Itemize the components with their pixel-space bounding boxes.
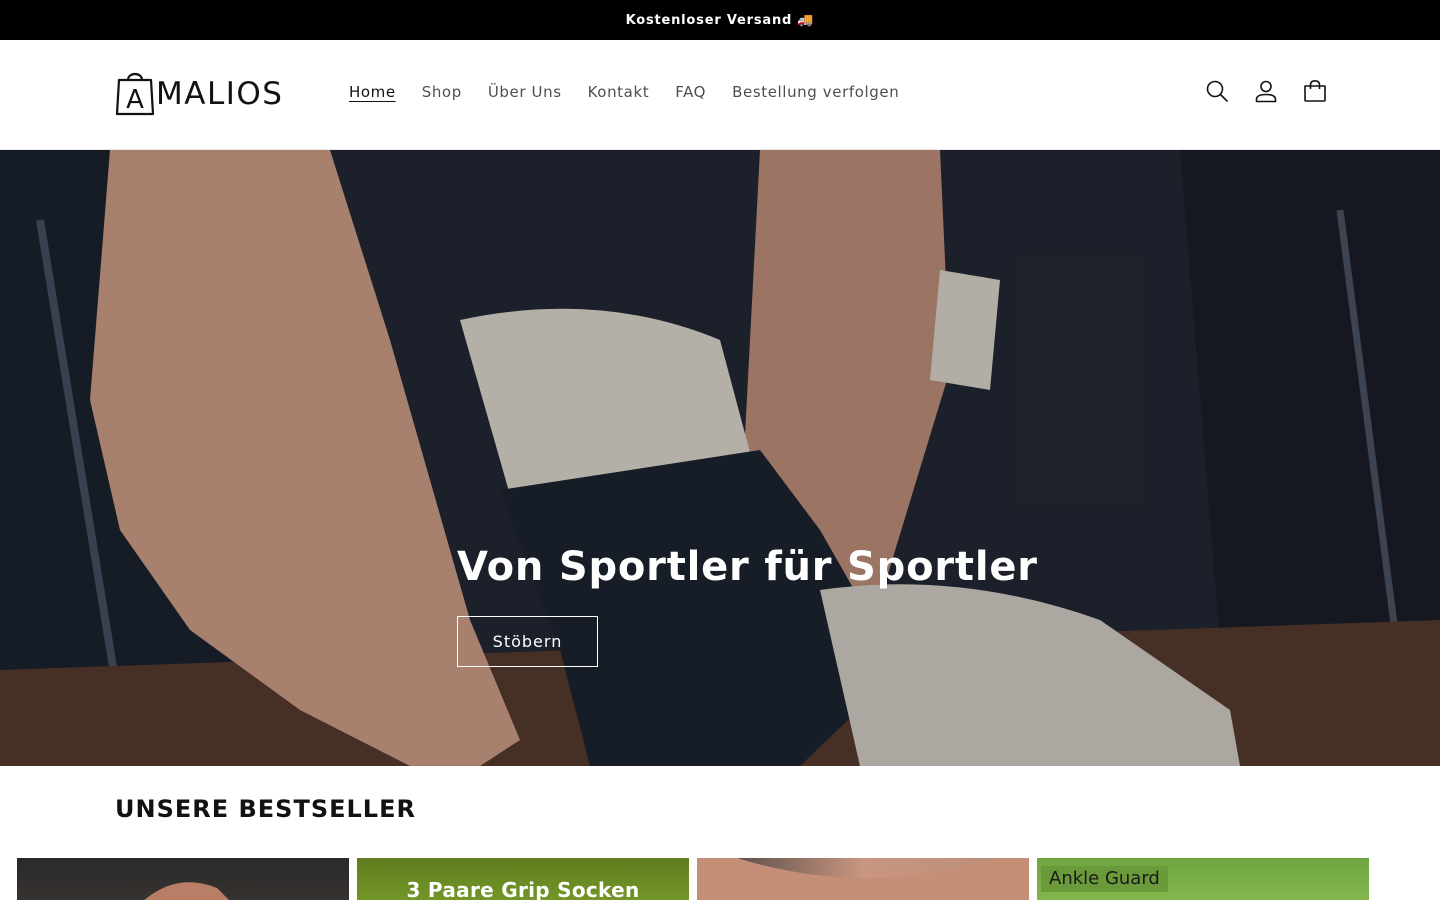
announcement-text: Kostenloser Versand 🚚 [625,12,815,28]
browse-button[interactable]: Stöbern [457,616,598,667]
hero-banner: Von Sportler für Sportler Stöbern [0,150,1440,766]
nav-link-home[interactable]: Home [336,74,409,110]
shopping-bag-logo-icon: A [115,68,155,115]
search-icon [1206,80,1228,102]
logo-letter: A [126,85,144,115]
site-logo[interactable]: A MALIOS [115,66,283,116]
product-tag: Ankle Guard [1041,866,1168,892]
product-image-caption: 3 Paare Grip Socken [406,878,640,900]
account-icon [1255,80,1276,103]
product-grid: 3 Paare Grip Socken Ankle Guard [17,858,1369,900]
product-card[interactable] [697,858,1029,900]
main-nav: Home Shop Über Uns Kontakt FAQ Bestellun… [336,74,912,110]
header-icons [1192,69,1339,113]
product-card[interactable]: Ankle Guard [1037,858,1369,900]
product-image [697,858,1029,900]
product-card[interactable]: 3 Paare Grip Socken [357,858,689,900]
nav-link-faq[interactable]: FAQ [662,74,719,110]
cart-icon [1303,79,1326,102]
nav-link-contact[interactable]: Kontakt [575,74,663,110]
account-button[interactable] [1241,69,1290,113]
hero-title: Von Sportler für Sportler [457,544,1038,590]
site-header: A MALIOS Home Shop Über Uns Kontakt FAQ … [0,40,1440,150]
nav-link-track-order[interactable]: Bestellung verfolgen [719,74,912,110]
announcement-bar: Kostenloser Versand 🚚 [0,0,1440,40]
cart-button[interactable] [1290,69,1339,113]
nav-link-about[interactable]: Über Uns [475,74,575,110]
hero-overlay [0,150,1440,766]
logo-text: MALIOS [156,75,284,112]
product-image [144,882,229,900]
nav-link-shop[interactable]: Shop [409,74,475,110]
bestsellers-title: UNSERE BESTSELLER [115,795,416,823]
product-card[interactable] [17,858,349,900]
search-button[interactable] [1192,69,1241,113]
